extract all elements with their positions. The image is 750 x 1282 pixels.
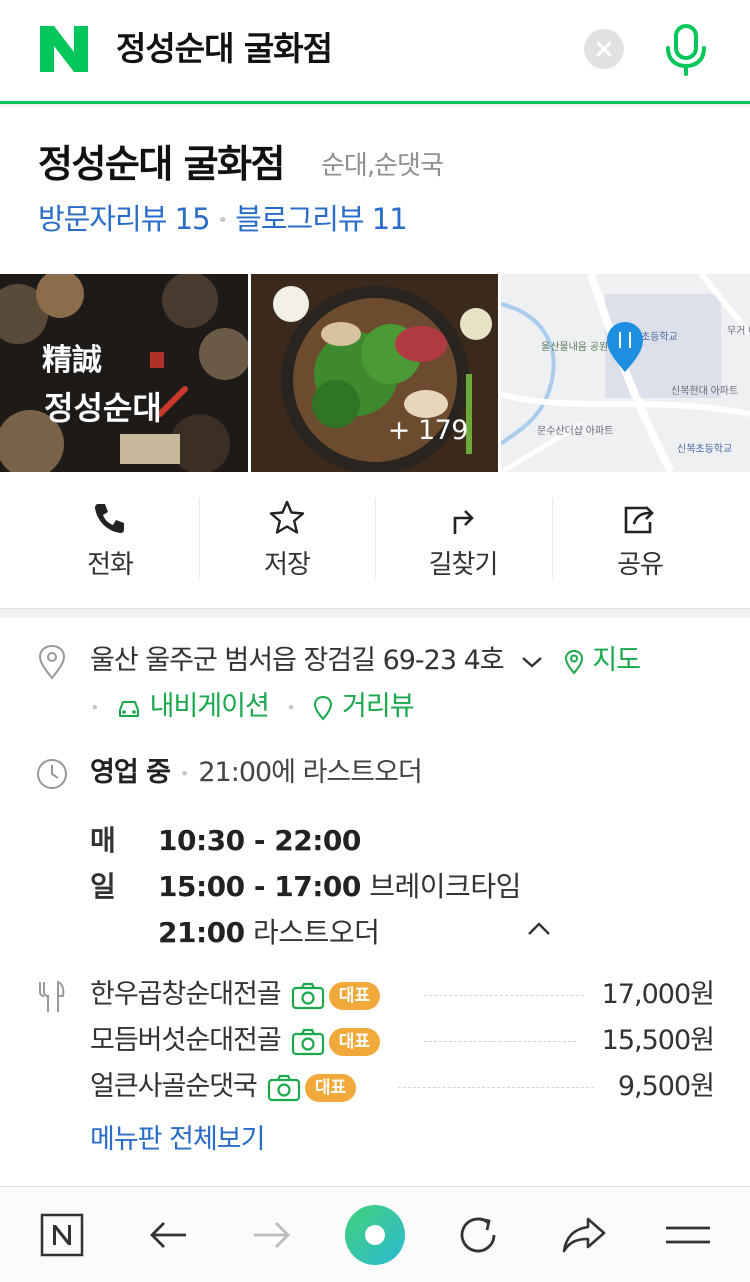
address-links: • 내비게이션 • 거리뷰: [90, 688, 415, 727]
chevron-down-icon[interactable]: [519, 652, 545, 672]
separator-dot: •: [179, 763, 189, 783]
day-label: 매일: [90, 824, 116, 903]
naver-home-icon[interactable]: [34, 1207, 90, 1263]
photo-logo-korean: 정성순대: [44, 389, 162, 427]
menu-item-name: 얼큰사골순댓국: [90, 1071, 258, 1102]
directions-icon: [453, 510, 474, 534]
photo-logo-text: 精誠: [42, 343, 102, 378]
chevron-up-icon[interactable]: [524, 918, 554, 940]
camera-icon: [291, 1028, 324, 1055]
save-label: 저장: [264, 550, 311, 580]
share-forward-icon[interactable]: [556, 1207, 612, 1263]
photo-thumbnail[interactable]: 精誠 정성순대: [0, 274, 248, 472]
map-label: 울산물내음 공원: [541, 341, 608, 353]
separator-dot: •: [286, 697, 295, 717]
signature-badge: 대표: [304, 1073, 357, 1102]
green-dot-button[interactable]: [345, 1205, 405, 1265]
place-name: 정성순대 굴화점: [38, 142, 285, 186]
star-icon: [269, 500, 305, 534]
dotted-leader: [424, 1041, 576, 1042]
close-icon: [596, 41, 612, 57]
menu-item-price: 9,500원: [617, 1071, 715, 1102]
info-section: 울산 울주군 범서읍 장검길 69-23 4호 지도 • 내비게이션 • 거리뷰…: [0, 618, 750, 1182]
directions-button[interactable]: 길찾기: [375, 472, 551, 608]
share-button[interactable]: 공유: [552, 472, 728, 608]
call-label: 전화: [87, 550, 134, 580]
forward-arrow-icon[interactable]: [244, 1207, 300, 1263]
dotted-leader: [424, 995, 584, 996]
map-label: 신복현대 아파트: [671, 385, 738, 397]
menu-item-name: 한우곱창순대전골: [90, 979, 282, 1010]
separator-dot: •: [217, 210, 229, 231]
mic-icon[interactable]: [660, 20, 712, 80]
map-label: 신복초등학교: [677, 443, 732, 455]
view-full-menu-link[interactable]: 메뉴판 전체보기: [90, 1120, 265, 1160]
photo-strip: 精誠 정성순대 + 179 울산물내음 공원 신복현대 아파트 문수산더샵 아파…: [0, 274, 750, 472]
menu-item[interactable]: 모듬버섯순대전골 대표 15,500원: [90, 1018, 715, 1064]
call-button[interactable]: 전화: [22, 472, 198, 608]
last-order: 21:00 라스트오더: [158, 916, 380, 949]
menu-item-price: 17,000원: [601, 979, 715, 1010]
bottom-toolbar: [0, 1186, 750, 1282]
menu-item-name-wrap: 한우곱창순대전골 대표: [90, 972, 381, 1018]
signature-badge: 대표: [328, 1027, 381, 1056]
share-icon: [624, 506, 654, 534]
place-card: 정성순대 굴화점 순대,순댓국 방문자리뷰 15 • 블로그리뷰 11 精誠 정성순…: [0, 107, 750, 609]
action-bar: 전화 저장 길찾기 공유: [0, 472, 750, 608]
streetview-link[interactable]: 거리뷰: [312, 691, 415, 722]
break-time: 15:00 - 17:00 브레이크타임: [158, 870, 521, 903]
review-links: 방문자리뷰 15 • 블로그리뷰 11: [38, 199, 408, 241]
refresh-icon[interactable]: [450, 1207, 506, 1263]
address-text[interactable]: 울산 울주군 범서읍 장검길 69-23 4호: [90, 645, 505, 676]
menu-item[interactable]: 얼큰사골순댓국 대표 9,500원: [90, 1064, 715, 1110]
directions-label: 길찾기: [428, 550, 499, 580]
clear-search-button[interactable]: [584, 29, 624, 69]
menu-item-name-wrap: 얼큰사골순댓국 대표: [90, 1064, 357, 1110]
menu-item-price: 15,500원: [601, 1025, 715, 1056]
address-row: 울산 울주군 범서읍 장검길 69-23 4호 지도: [90, 642, 641, 680]
menu-item[interactable]: 한우곱창순대전골 대표 17,000원: [90, 972, 715, 1018]
car-icon: [119, 700, 140, 717]
section-separator: [0, 609, 750, 618]
map-label: 문수산더샵 아파트: [537, 425, 613, 437]
menu-item-name-wrap: 모듬버섯순대전골 대표: [90, 1018, 381, 1064]
location-pin-icon: [38, 644, 66, 680]
map-label: 무거 아파: [727, 325, 750, 337]
signature-badge: 대표: [328, 981, 381, 1010]
photo-count: + 179: [387, 415, 469, 446]
map-link[interactable]: 지도: [563, 645, 641, 676]
map-thumbnail[interactable]: 울산물내음 공원 신복현대 아파트 문수산더샵 아파트 신복초등학교 초등학교 …: [501, 274, 750, 472]
navigation-link[interactable]: 내비게이션: [116, 691, 276, 722]
separator-dot: •: [90, 697, 99, 717]
save-button[interactable]: 저장: [199, 472, 375, 608]
open-status[interactable]: 영업 중 • 21:00에 라스트오더: [90, 754, 423, 793]
open-hours: 10:30 - 22:00: [158, 824, 361, 857]
place-category: 순대,순댓국: [321, 151, 444, 181]
map-pin-icon: [564, 649, 583, 675]
blog-review-link[interactable]: 블로그리뷰 11: [235, 202, 408, 236]
search-bar: 정성순대 굴화점: [0, 0, 750, 104]
naver-logo[interactable]: [38, 24, 90, 74]
search-input[interactable]: 정성순대 굴화점: [116, 24, 333, 74]
last-order-note: 21:00에 라스트오더: [198, 757, 422, 788]
menu-item-name: 모듬버섯순대전골: [90, 1025, 282, 1056]
back-arrow-icon[interactable]: [140, 1207, 196, 1263]
camera-icon: [267, 1074, 300, 1101]
phone-icon: [95, 504, 124, 533]
clock-icon: [37, 759, 67, 789]
share-label: 공유: [617, 550, 664, 580]
streetview-pin-icon: [314, 695, 333, 721]
status-label: 영업 중: [90, 757, 171, 788]
photo-thumbnail[interactable]: + 179: [251, 274, 498, 472]
visitor-review-link[interactable]: 방문자리뷰 15: [38, 202, 211, 236]
camera-icon: [291, 982, 324, 1009]
dotted-leader: [398, 1087, 594, 1088]
map-label: 초등학교: [641, 331, 678, 343]
utensils-icon: [39, 980, 65, 1012]
menu-icon[interactable]: [660, 1207, 716, 1263]
